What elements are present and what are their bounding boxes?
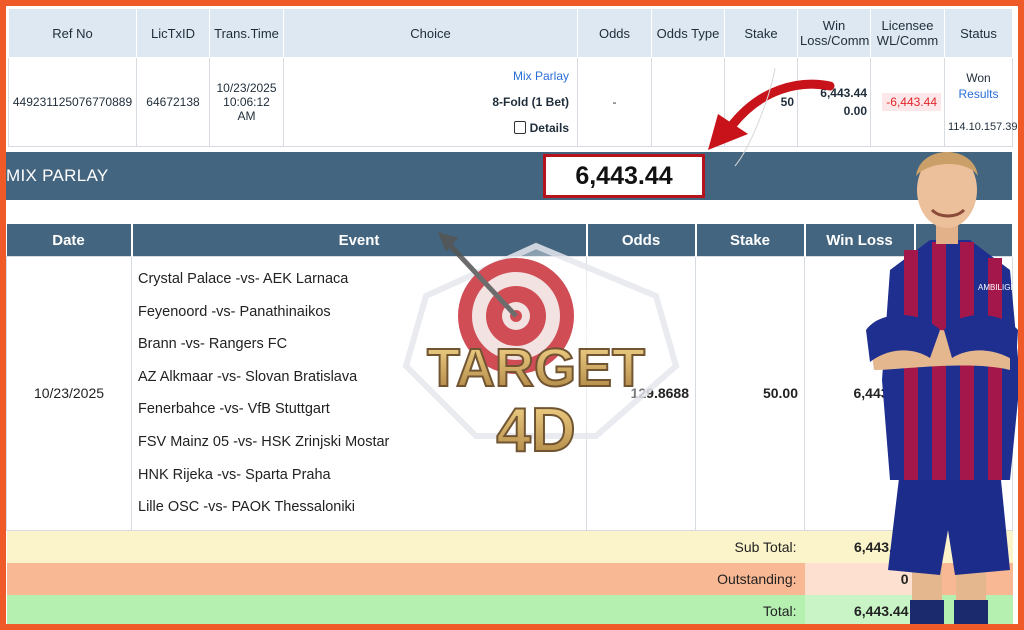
odds-value: -	[577, 57, 652, 147]
lictxid-value: 64672138	[136, 57, 210, 147]
col-trans-time[interactable]: Trans.Time	[209, 8, 284, 58]
mix-parlay-title: MIX PARLAY	[6, 166, 109, 185]
comm-amount: 0.00	[843, 104, 867, 118]
col-licensee-line1: Licensee	[881, 18, 934, 33]
transaction-table: Ref No LicTxID Trans.Time Choice Odds Od…	[8, 8, 1018, 147]
details-link[interactable]: Details	[513, 121, 569, 135]
jersey-sponsor-text: AMBILIGHT TV	[978, 283, 1024, 292]
detail-date: 10/23/2025	[6, 256, 132, 531]
col-status[interactable]: Status	[944, 8, 1013, 58]
col-odds-type[interactable]: Odds Type	[651, 8, 725, 58]
mix-parlay-link[interactable]: Mix Parlay	[513, 69, 569, 83]
highlighted-amount: 6,443.44	[543, 154, 705, 198]
detail-col-stake[interactable]: Stake	[695, 224, 806, 257]
col-ref-no[interactable]: Ref No	[8, 8, 137, 58]
col-odds[interactable]: Odds	[577, 8, 652, 58]
outstanding-label: Outstanding:	[6, 562, 805, 595]
ref-no-value: 449231125076770889	[8, 57, 137, 147]
trans-date: 10/23/2025	[216, 81, 277, 95]
col-win-loss-line2: Loss/Comm	[800, 33, 870, 48]
col-stake[interactable]: Stake	[724, 8, 798, 58]
detail-stake: 50.00	[695, 256, 805, 531]
target4d-logo: TARGET 4D	[402, 232, 680, 466]
col-lictxid[interactable]: LicTxID	[136, 8, 210, 58]
licensee-loss: -6,443.44	[882, 93, 941, 111]
subtotal-label: Sub Total:	[6, 530, 805, 563]
results-link[interactable]: Results	[958, 87, 998, 101]
football-player-image: AMBILIGHT TV	[866, 152, 1024, 630]
total-label: Total:	[6, 594, 805, 627]
logo-text-target: TARGET	[427, 338, 645, 398]
col-licensee-line2: WL/Comm	[876, 33, 939, 48]
logo-text-4d: 4D	[496, 396, 575, 465]
red-arrow-icon	[708, 67, 835, 167]
col-win-loss[interactable]: Win Loss/Comm	[797, 8, 871, 58]
details-label: Details	[529, 121, 569, 135]
transaction-header-row: Ref No LicTxID Trans.Time Choice Odds Od…	[8, 8, 1013, 58]
col-choice[interactable]: Choice	[283, 8, 578, 58]
status-won: Won	[966, 70, 991, 85]
col-licensee[interactable]: Licensee WL/Comm	[870, 8, 945, 58]
copy-icon	[513, 121, 526, 134]
trans-time-value: 10/23/2025 10:06:12 AM	[209, 57, 284, 147]
choice-value: Mix Parlay 8-Fold (1 Bet) Details	[283, 57, 578, 147]
fold-label: 8-Fold (1 Bet)	[492, 95, 569, 109]
trans-clock: 10:06:12 AM	[223, 95, 270, 123]
event-item: Lille OSC -vs- PAOK Thessaloniki	[138, 499, 356, 516]
col-win-loss-line1: Win	[822, 18, 846, 33]
detail-col-date[interactable]: Date	[6, 224, 133, 257]
